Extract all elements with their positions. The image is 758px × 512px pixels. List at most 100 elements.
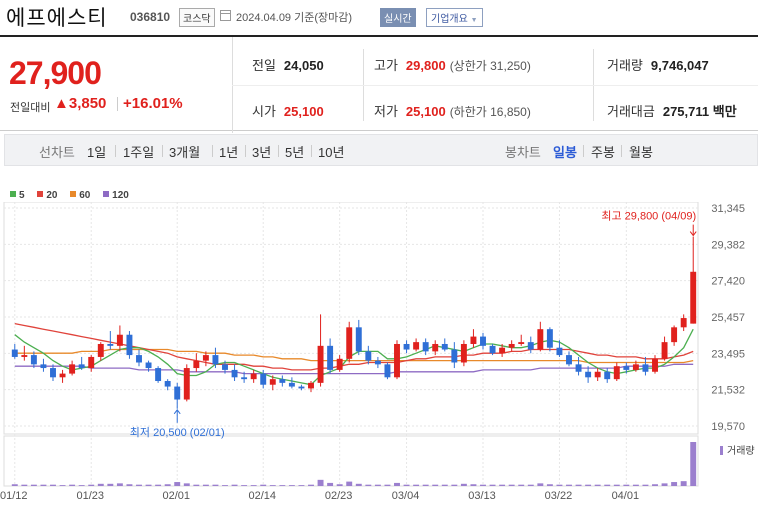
stock-code: 036810 — [130, 10, 171, 24]
y-tick-label: 23,495 — [711, 348, 745, 360]
candle-body — [193, 360, 200, 369]
candle-body — [241, 377, 248, 380]
stock-name: 에프에스티 — [6, 7, 108, 30]
candle-body — [336, 358, 343, 370]
ma5-line — [14, 328, 694, 386]
candle-body — [499, 347, 506, 354]
moving-averages — [14, 322, 694, 386]
candles — [11, 236, 697, 409]
candle-body — [164, 381, 171, 387]
candle-body — [642, 364, 649, 372]
legend-label: 120 — [112, 190, 129, 201]
candle-body — [78, 364, 85, 369]
period-separator — [278, 145, 279, 157]
volume-bar — [145, 484, 152, 486]
quote-date: 2024.04.09 기준(장마감) — [236, 12, 353, 24]
period-3y[interactable]: 3년 — [252, 142, 271, 161]
candle-body — [671, 327, 678, 343]
lower-limit: (하한가 16,850) — [449, 105, 531, 119]
candle-body — [50, 368, 56, 378]
candle-body — [604, 371, 611, 380]
candle-body — [422, 342, 429, 352]
y-tick-label: 19,570 — [711, 421, 745, 433]
open-value: 25,100 — [283, 104, 324, 119]
low-value: 25,100 — [405, 104, 446, 119]
volume-bar — [680, 481, 687, 486]
period-daily[interactable]: 일봉 — [553, 142, 577, 161]
volume-bar — [346, 481, 353, 486]
x-tick-label: 01/23 — [76, 490, 104, 502]
x-tick-label: 03/13 — [468, 490, 496, 502]
x-tick-label: 04/01 — [612, 490, 640, 502]
volume-bar — [690, 442, 697, 486]
candle-body — [690, 271, 697, 324]
open-label: 시가 — [252, 104, 276, 119]
period-1d[interactable]: 1일 — [87, 142, 106, 161]
legend-ma20: 20 — [37, 190, 57, 201]
y-tick-label: 25,457 — [711, 312, 745, 324]
low-price: 저가 25,100 (하한가 16,850) — [374, 101, 531, 120]
candle-body — [680, 318, 687, 328]
candle-body — [413, 342, 420, 350]
volume-bar — [241, 485, 248, 486]
price-panel-frame — [3, 202, 699, 435]
x-tick-label: 03/04 — [392, 490, 420, 502]
volume-bar — [604, 484, 611, 486]
legend-ma60: 60 — [70, 190, 90, 201]
period-5y[interactable]: 5년 — [285, 142, 304, 161]
candle-body — [566, 355, 572, 365]
company-overview-button[interactable]: 기업개요 ▼ — [426, 8, 483, 27]
volume-value: 9,746,047 — [650, 58, 709, 73]
volume-bar — [126, 484, 133, 486]
period-separator — [162, 145, 163, 157]
candlestick-chart[interactable]: 거래량 31,345 29,382 27,420 25,457 23,495 21,532… — [0, 202, 758, 512]
candle-body — [451, 349, 458, 363]
volume-bar — [30, 484, 37, 486]
legend-ma5: 5 — [10, 190, 25, 201]
candle-body — [327, 345, 334, 370]
realtime-button[interactable]: 실시간 — [380, 8, 416, 27]
candle-body — [432, 343, 439, 352]
candle-body — [183, 368, 190, 400]
stock-header: 에프에스티 036810 코스닥 2024.04.09 기준(장마감) 실시간 … — [0, 0, 758, 32]
period-weekly[interactable]: 주봉 — [591, 142, 615, 161]
candle-body — [250, 373, 257, 380]
period-1y[interactable]: 1년 — [219, 142, 238, 161]
high-annotation: 최고 29,800 (04/09) — [601, 210, 696, 223]
legend-label: 60 — [79, 190, 91, 201]
volume-bar — [174, 482, 181, 486]
volume-bar — [11, 484, 18, 486]
period-separator — [212, 145, 213, 157]
candle-body — [97, 343, 104, 357]
diff-label: 전일대비 — [10, 102, 51, 114]
candle-body — [279, 379, 286, 383]
volume-bar — [508, 484, 515, 486]
period-10y[interactable]: 10년 — [318, 142, 344, 161]
amount-label: 거래대금 — [607, 104, 655, 119]
volume: 거래량 9,746,047 — [607, 55, 709, 74]
x-tick-label: 03/22 — [545, 490, 573, 502]
volume-bar — [413, 484, 420, 486]
volume-bar — [441, 484, 448, 486]
candle-body — [11, 349, 18, 357]
volume-bar — [422, 484, 429, 486]
period-selector: 선차트 1일 1주일 3개월 1년 3년 5년 10년 봉차트 일봉 주봉 월봉 — [4, 134, 758, 166]
y-tick-label: 31,345 — [711, 203, 745, 215]
volume-bars: 거래량 — [11, 442, 755, 486]
current-price: 27,900 — [9, 55, 102, 91]
high-value: 29,800 — [405, 58, 446, 73]
prev-label: 전일 — [252, 58, 276, 73]
volume-bar — [78, 485, 85, 486]
legend-swatch — [37, 191, 44, 197]
volume-bar — [260, 484, 267, 486]
candle-body — [623, 366, 630, 370]
period-1w[interactable]: 1주일 — [123, 142, 154, 161]
candle-body — [59, 373, 66, 378]
volume-bar — [193, 484, 200, 486]
period-monthly[interactable]: 월봉 — [629, 142, 653, 161]
volume-bar — [556, 484, 563, 486]
volume-panel-frame — [3, 435, 699, 487]
volume-bar — [21, 484, 28, 486]
period-3m[interactable]: 3개월 — [169, 142, 200, 161]
volume-bar — [97, 483, 104, 486]
